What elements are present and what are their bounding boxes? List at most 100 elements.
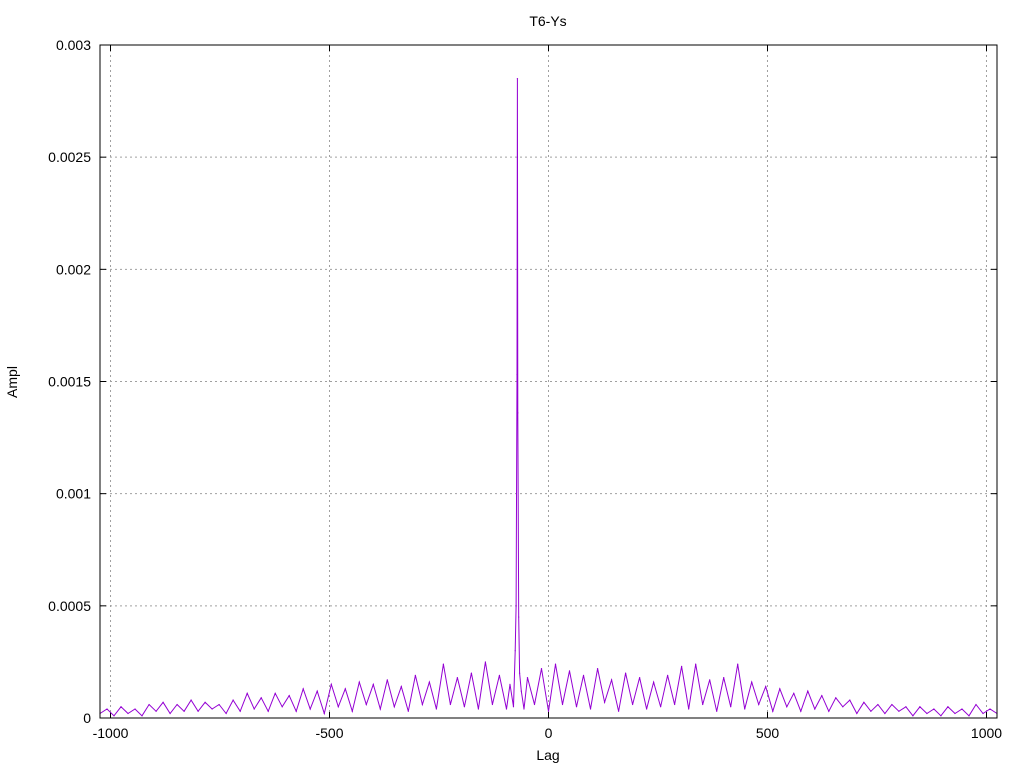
data-point <box>435 708 437 710</box>
data-point <box>695 663 697 665</box>
data-point <box>518 672 521 674</box>
data-point <box>589 708 592 710</box>
data-point <box>246 692 248 694</box>
data-point <box>646 708 648 710</box>
x-tick-label: -500 <box>315 725 343 741</box>
data-point <box>575 706 578 708</box>
data-point <box>449 703 451 706</box>
data-point <box>372 683 374 685</box>
data-point <box>730 706 732 708</box>
data-point <box>330 683 332 685</box>
data-point <box>113 715 115 717</box>
data-point <box>509 683 511 685</box>
data-point <box>169 712 171 715</box>
data-point <box>379 708 381 710</box>
data-point <box>856 712 858 715</box>
data-point <box>463 706 466 708</box>
data-point <box>134 708 136 710</box>
data-point <box>610 679 613 681</box>
data-point <box>515 605 517 607</box>
data-point <box>120 706 122 708</box>
data-point <box>653 681 655 683</box>
data-point <box>968 715 970 717</box>
data-point <box>309 708 311 710</box>
x-tick-label: -1000 <box>93 725 129 741</box>
data-point <box>877 703 879 706</box>
data-point <box>518 616 520 618</box>
data-point <box>547 710 550 712</box>
data-point <box>786 706 788 708</box>
y-tick-label: 0.0005 <box>48 598 91 614</box>
data-point <box>421 703 423 706</box>
chart-container: -1000 -500 0 500 1000 0 0.0005 0.001 0.0015 0.002… <box>0 0 1024 768</box>
data-point <box>491 703 494 706</box>
data-point <box>316 690 318 692</box>
data-point <box>779 688 781 690</box>
data-point <box>751 681 753 683</box>
data-point <box>758 703 760 706</box>
y-tick-label: 0.001 <box>56 486 91 502</box>
data-point <box>961 708 963 710</box>
data-point <box>323 712 325 715</box>
data-point <box>561 703 564 706</box>
data-point <box>225 712 227 715</box>
x-tick-label: 500 <box>756 725 780 741</box>
data-point <box>688 708 690 710</box>
data-point <box>709 679 711 681</box>
data-point <box>148 703 150 706</box>
data-point <box>919 706 921 708</box>
data-point <box>204 701 206 703</box>
data-point <box>554 663 557 665</box>
data-point <box>267 710 269 712</box>
data-point <box>141 715 143 717</box>
data-point <box>470 672 473 674</box>
data-point <box>639 677 641 679</box>
data-point <box>512 706 515 708</box>
data-point <box>337 706 339 708</box>
data-point <box>989 708 991 710</box>
data-point <box>582 674 585 676</box>
data-point <box>744 708 746 710</box>
data-point <box>351 710 353 712</box>
data-point <box>947 706 949 708</box>
data-point <box>933 708 935 710</box>
data-point <box>772 710 774 712</box>
data-point <box>603 701 606 703</box>
data-point <box>821 694 823 697</box>
data-point <box>358 681 360 683</box>
data-point <box>828 710 830 712</box>
data-point <box>407 710 409 712</box>
data-point <box>765 685 767 688</box>
data-point <box>281 706 283 708</box>
data-point <box>800 710 802 712</box>
data-point <box>870 710 872 712</box>
data-point <box>176 703 178 706</box>
data-point <box>428 681 430 683</box>
data-point <box>568 670 571 672</box>
data-point <box>891 703 893 706</box>
y-tick-label: 0.0025 <box>48 149 91 165</box>
data-point <box>516 78 519 80</box>
data-point <box>667 674 669 676</box>
data-point <box>526 677 529 679</box>
data-point <box>884 712 886 715</box>
chart-svg: -1000 -500 0 500 1000 0 0.0005 0.001 0.0015 0.002… <box>4 13 1002 763</box>
data-point <box>617 710 620 712</box>
data-point <box>631 703 634 706</box>
x-tick-label: 0 <box>545 725 553 741</box>
data-point <box>393 706 395 708</box>
data-point <box>211 708 213 710</box>
ticks: -1000 -500 0 500 1000 0 0.0005 0.001 0.0015 0.002… <box>48 37 1002 741</box>
data-point <box>442 663 444 665</box>
data-point <box>624 672 627 674</box>
data-point <box>274 692 276 694</box>
data-point <box>912 715 914 717</box>
data-point <box>540 668 543 670</box>
data-point <box>365 703 367 706</box>
y-tick-label: 0.003 <box>56 37 91 53</box>
data-point <box>940 715 942 717</box>
data-point <box>302 688 304 690</box>
data-point <box>737 663 739 665</box>
x-axis-label: Lag <box>536 747 559 763</box>
data-point <box>106 708 108 710</box>
